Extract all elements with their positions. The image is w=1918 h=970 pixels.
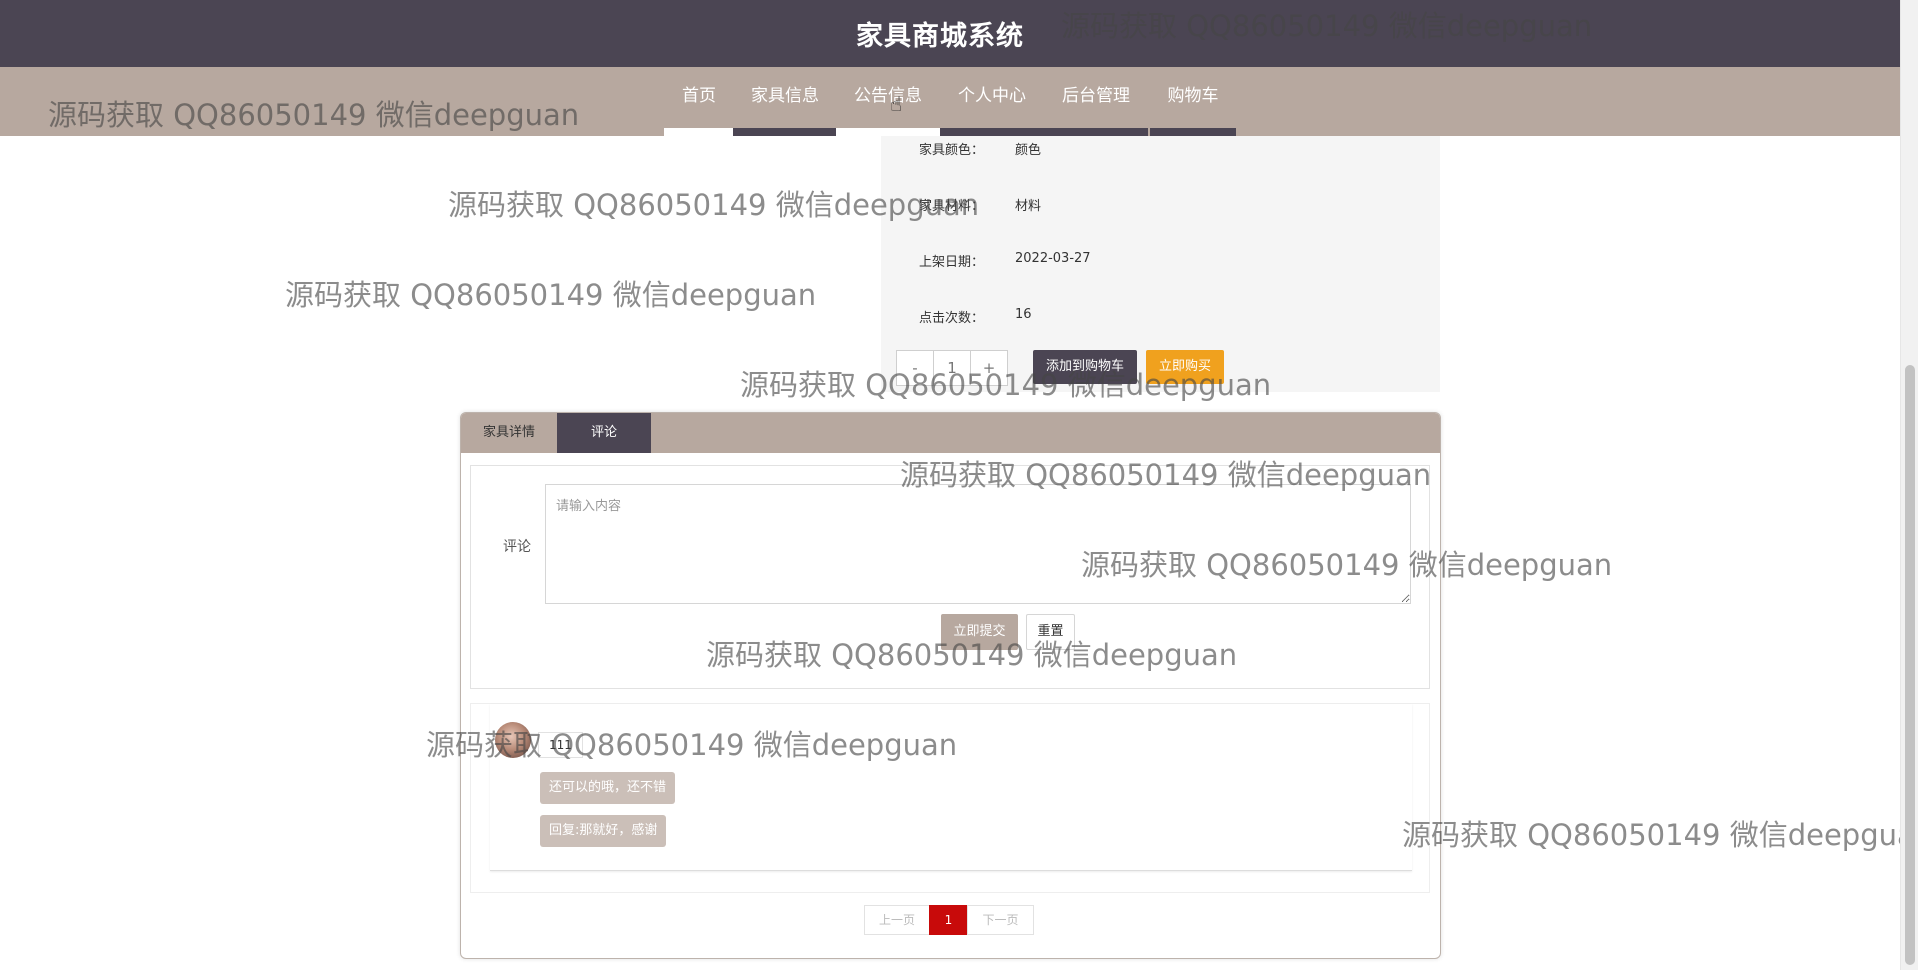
- scrollbar-thumb[interactable]: [1905, 365, 1915, 965]
- nav-item-label: 家具信息: [751, 86, 819, 106]
- page-scrollbar[interactable]: [1900, 0, 1918, 970]
- color-label: 家具颜色：: [919, 143, 985, 158]
- comment-reply: 回复:那就好，感谢: [540, 815, 667, 847]
- nav-item-admin[interactable]: 后台管理: [1044, 67, 1148, 136]
- comment-content: 还可以的哦，还不错: [540, 772, 676, 804]
- main-nav: 首页 家具信息 公告信息 个人中心 后台管理 购物车: [0, 67, 1900, 136]
- prev-page-button[interactable]: 上一页: [864, 905, 930, 935]
- date-value: 2022-03-27: [1015, 251, 1091, 266]
- quantity-plus-button[interactable]: +: [971, 351, 1007, 385]
- submit-comment-button[interactable]: 立即提交: [941, 614, 1018, 650]
- current-page-button[interactable]: 1: [929, 905, 968, 935]
- comment-form: 评论 立即提交 重置: [470, 465, 1430, 689]
- nav-item-announcements[interactable]: 公告信息: [836, 67, 940, 136]
- comment-item: 111 还可以的哦，还不错 回复:那就好，感谢: [490, 704, 1412, 871]
- color-value: 颜色: [1015, 143, 1042, 158]
- detail-tabs-panel: 家具详情 评论 评论 立即提交 重置 111 还可以的哦，还不错 回复:那就好，…: [460, 412, 1441, 959]
- quantity-value[interactable]: 1: [934, 351, 971, 385]
- add-to-cart-button[interactable]: 添加到购物车: [1033, 350, 1137, 384]
- nav-item-label: 个人中心: [958, 86, 1026, 106]
- nav-item-label: 购物车: [1167, 86, 1219, 106]
- material-value: 材料: [1015, 199, 1042, 214]
- clicks-label: 点击次数：: [919, 311, 985, 326]
- clicks-value: 16: [1015, 307, 1032, 322]
- tab-comments[interactable]: 评论: [557, 413, 651, 453]
- comment-list: 111 还可以的哦，还不错 回复:那就好，感谢: [470, 703, 1430, 893]
- nav-item-cart[interactable]: 购物车: [1150, 67, 1236, 136]
- date-label: 上架日期：: [919, 255, 985, 270]
- reset-button[interactable]: 重置: [1026, 614, 1075, 650]
- watermark: 源码获取 QQ86050149 微信deepguan: [1402, 818, 1900, 852]
- comment-label: 评论: [503, 539, 531, 555]
- product-info-panel: 家具颜色： 颜色 家具材料： 材料 上架日期： 2022-03-27 点击次数：…: [881, 136, 1440, 392]
- comment-textarea[interactable]: [545, 484, 1411, 604]
- buy-now-button[interactable]: 立即购买: [1146, 350, 1224, 384]
- quantity-stepper: - 1 +: [896, 350, 1008, 386]
- tabs-header: 家具详情 评论: [461, 413, 1440, 453]
- nav-item-home[interactable]: 首页: [664, 67, 734, 136]
- nav-item-profile[interactable]: 个人中心: [940, 67, 1044, 136]
- avatar: [495, 722, 531, 758]
- material-label: 家具材料：: [919, 199, 985, 214]
- comment-user-name: 111: [538, 732, 583, 758]
- site-title: 家具商城系统: [856, 21, 1024, 52]
- nav-item-furniture[interactable]: 家具信息: [733, 67, 837, 136]
- hand-cursor-icon: ☝: [890, 92, 903, 116]
- watermark: 源码获取 QQ86050149 微信deepguan: [285, 278, 817, 312]
- nav-item-label: 首页: [682, 86, 716, 106]
- quantity-minus-button[interactable]: -: [897, 351, 934, 385]
- site-header: 家具商城系统: [0, 0, 1900, 67]
- nav-item-label: 公告信息: [854, 86, 922, 106]
- nav-item-label: 后台管理: [1062, 86, 1130, 106]
- pagination: 上一页 1 下一页: [864, 905, 1034, 935]
- next-page-button[interactable]: 下一页: [967, 905, 1034, 935]
- tab-furniture-detail[interactable]: 家具详情: [461, 413, 557, 453]
